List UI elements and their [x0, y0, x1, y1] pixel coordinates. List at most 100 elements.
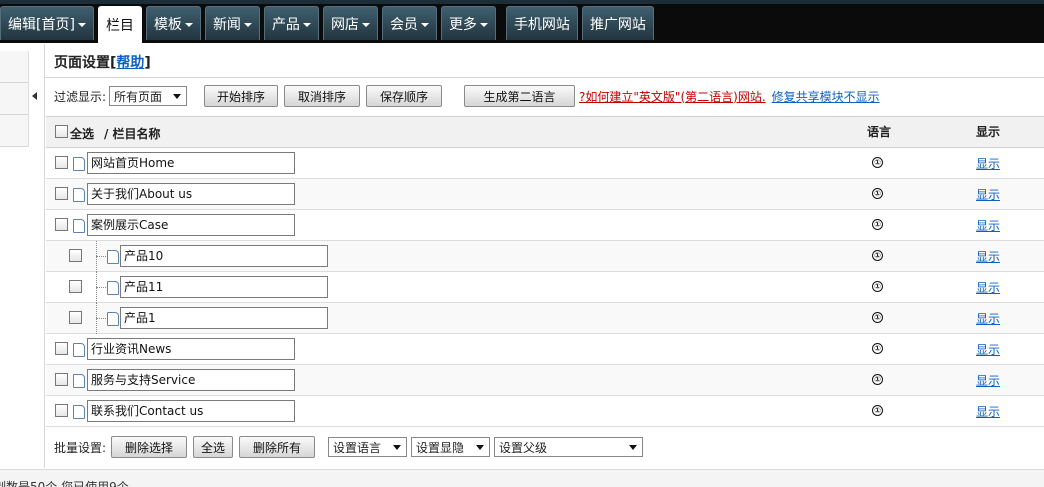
nav-item-label: 网店 — [330, 16, 359, 33]
nav-item[interactable]: 模板 — [145, 6, 201, 40]
column-name-input[interactable]: 关于我们About us — [87, 183, 295, 205]
language-indicator-icon: ① — [872, 343, 883, 354]
column-name-input[interactable]: 案例展示Case — [87, 214, 295, 236]
filter-select[interactable]: 所有页面 — [109, 86, 188, 106]
column-name-input[interactable]: 产品11 — [120, 276, 328, 298]
nav-item-label: 手机网站 — [513, 16, 570, 33]
page-icon — [73, 219, 85, 233]
caret-down-icon — [184, 22, 193, 27]
set-parent-select[interactable]: 设置父级 — [494, 437, 644, 457]
table-row: 产品11 ① 显示 — [46, 272, 1044, 303]
help-link[interactable]: 帮助 — [116, 55, 144, 71]
caret-down-icon — [479, 22, 488, 27]
tree-connector — [96, 318, 106, 319]
left-panel-row[interactable] — [0, 115, 28, 147]
show-toggle-link[interactable]: 显示 — [976, 403, 1000, 420]
language-indicator-icon: ① — [872, 374, 883, 385]
show-toggle-link[interactable]: 显示 — [976, 248, 1000, 265]
show-header: 显示 — [976, 125, 1001, 139]
row-checkbox[interactable] — [69, 280, 82, 293]
caret-down-icon — [243, 22, 252, 27]
footer-usage-text: 制数是50个,您已使用9个 — [0, 480, 129, 487]
row-checkbox[interactable] — [55, 373, 68, 386]
delete-all-button[interactable]: 删除所有 — [239, 436, 316, 458]
filter-select-value: 所有页面 — [114, 89, 163, 104]
nav-item[interactable]: 产品 — [263, 6, 319, 40]
table-row: 案例展示Case ① 显示 — [46, 210, 1044, 241]
left-panel-row[interactable] — [0, 51, 28, 83]
start-sort-button[interactable]: 开始排序 — [204, 85, 279, 107]
language-indicator-icon: ① — [872, 188, 883, 199]
row-checkbox[interactable] — [69, 249, 82, 262]
nav-item-label: 会员 — [389, 16, 418, 33]
nav-item[interactable]: 网店 — [322, 6, 378, 40]
row-checkbox[interactable] — [69, 311, 82, 324]
cancel-sort-button[interactable]: 取消排序 — [284, 85, 361, 107]
nav-item-label: 模板 — [153, 16, 182, 33]
set-visibility-value: 设置显隐 — [416, 440, 465, 455]
left-collapsed-panel — [0, 51, 29, 147]
tree-connector — [96, 256, 106, 257]
column-name-input[interactable]: 网站首页Home — [87, 152, 295, 174]
nav-item[interactable]: 新闻 — [204, 6, 260, 40]
language-indicator-icon: ① — [872, 250, 883, 261]
collapse-panel-arrow-icon[interactable] — [32, 92, 37, 100]
show-toggle-link[interactable]: 显示 — [976, 217, 1000, 234]
select-all-checkbox[interactable] — [55, 125, 68, 138]
nav-item[interactable]: 编辑[首页] — [0, 6, 94, 40]
language-indicator-icon: ① — [872, 312, 883, 323]
chevron-down-icon — [629, 444, 638, 450]
help-bracket-close: ] — [144, 55, 151, 71]
show-toggle-link[interactable]: 显示 — [976, 310, 1000, 327]
table-header: 全选 / 栏目名称 语言 显示 — [46, 116, 1044, 148]
chevron-down-icon — [393, 444, 402, 450]
save-order-button[interactable]: 保存顺序 — [366, 85, 443, 107]
english-version-help-link[interactable]: ?如何建立"英文版"(第二语言)网站. — [579, 88, 766, 105]
table-row: 联系我们Contact us ① 显示 — [46, 396, 1044, 427]
column-name-input[interactable]: 服务与支持Service — [87, 369, 295, 391]
show-toggle-link[interactable]: 显示 — [976, 341, 1000, 358]
show-toggle-link[interactable]: 显示 — [976, 372, 1000, 389]
nav-item[interactable]: 手机网站 — [505, 6, 578, 40]
batch-label: 批量设置: — [54, 440, 107, 455]
row-checkbox[interactable] — [55, 218, 68, 231]
nav-item-label: 产品 — [271, 16, 300, 33]
nav-item[interactable]: 推广网站 — [581, 6, 654, 40]
caret-down-icon — [361, 22, 370, 27]
page-icon — [73, 405, 85, 419]
fix-shared-module-link[interactable]: 修复共享模块不显示 — [772, 88, 880, 105]
nav-item[interactable]: 会员 — [381, 6, 437, 40]
page-icon — [107, 312, 119, 326]
nav-item[interactable]: 更多 — [440, 6, 496, 40]
set-language-value: 设置语言 — [333, 440, 382, 455]
column-name-input[interactable]: 联系我们Contact us — [87, 400, 295, 422]
set-visibility-select[interactable]: 设置显隐 — [411, 437, 491, 457]
row-checkbox[interactable] — [55, 187, 68, 200]
row-checkbox[interactable] — [55, 342, 68, 355]
show-toggle-link[interactable]: 显示 — [976, 279, 1000, 296]
row-checkbox[interactable] — [55, 156, 68, 169]
language-indicator-icon: ① — [872, 157, 883, 168]
delete-selected-button[interactable]: 删除选择 — [111, 436, 188, 458]
column-name-input[interactable]: 行业资讯News — [87, 338, 295, 360]
caret-down-icon — [302, 22, 311, 27]
show-toggle-link[interactable]: 显示 — [976, 186, 1000, 203]
set-language-select[interactable]: 设置语言 — [328, 437, 408, 457]
generate-second-language-button[interactable]: 生成第二语言 — [464, 85, 576, 107]
title-divider — [45, 77, 1044, 78]
select-all-button[interactable]: 全选 — [193, 436, 234, 458]
row-checkbox[interactable] — [55, 404, 68, 417]
left-panel-row[interactable] — [0, 83, 28, 115]
top-strip — [0, 0, 1044, 4]
set-parent-value: 设置父级 — [499, 440, 548, 455]
filter-label: 过滤显示: — [54, 89, 107, 104]
nav-item-label: 更多 — [448, 16, 477, 33]
chevron-down-icon — [476, 444, 485, 450]
page-icon — [107, 250, 119, 264]
show-toggle-link[interactable]: 显示 — [976, 155, 1000, 172]
column-name-input[interactable]: 产品10 — [120, 245, 328, 267]
nav-item[interactable]: 栏目 — [97, 6, 142, 43]
column-name-input[interactable]: 产品1 — [120, 307, 328, 329]
nav-item-label: 推广网站 — [589, 16, 646, 33]
language-indicator-icon: ① — [872, 281, 883, 292]
